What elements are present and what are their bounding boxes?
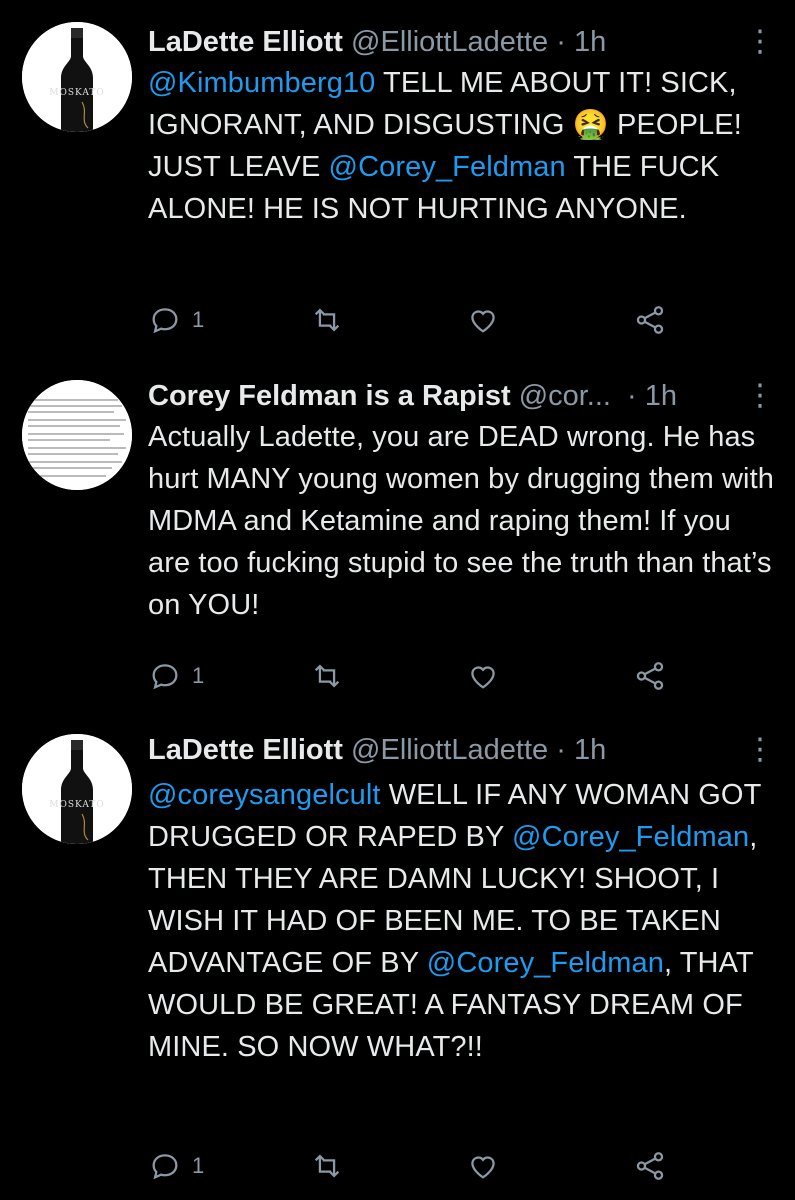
separator-dot: · bbox=[627, 380, 637, 412]
share-button[interactable] bbox=[633, 1144, 667, 1188]
timestamp[interactable]: 1h bbox=[645, 380, 677, 412]
avatar[interactable]: MOSKATO bbox=[22, 734, 132, 844]
tweet[interactable]: MOSKATO LaDette Elliott @ElliottLadette … bbox=[0, 0, 795, 360]
document-screenshot-icon bbox=[22, 380, 132, 490]
reply-button[interactable]: 1 bbox=[148, 298, 204, 342]
tweet[interactable]: MOSKATO LaDette Elliott @ElliottLadette … bbox=[0, 720, 795, 1200]
tweet-text-segment: 🤮 bbox=[572, 109, 609, 141]
timestamp[interactable]: 1h bbox=[574, 26, 606, 58]
avatar[interactable]: MOSKATO bbox=[22, 22, 132, 132]
display-name[interactable]: LaDette Elliott bbox=[148, 734, 343, 766]
separator-dot: · bbox=[556, 734, 566, 766]
retweet-button[interactable] bbox=[310, 654, 344, 698]
reply-count: 1 bbox=[192, 1153, 205, 1178]
mention-link[interactable]: @Corey_Feldman bbox=[512, 821, 749, 853]
share-button[interactable] bbox=[633, 298, 667, 342]
reply-button[interactable]: 1 bbox=[148, 1144, 204, 1188]
reply-icon bbox=[152, 664, 178, 690]
user-handle[interactable]: @ElliottLadette bbox=[351, 734, 548, 766]
like-button[interactable] bbox=[466, 654, 500, 698]
avatar-label: MOSKATO bbox=[49, 800, 105, 810]
user-handle[interactable]: @cor... bbox=[519, 380, 611, 412]
tweet-text: @coreysangelcult WELL IF ANY WOMAN GOT D… bbox=[148, 774, 778, 1068]
reply-icon bbox=[152, 1154, 178, 1180]
avatar[interactable] bbox=[22, 380, 132, 490]
mention-link[interactable]: @Kimbumberg10 bbox=[148, 67, 375, 99]
user-handle[interactable]: @ElliottLadette bbox=[351, 26, 548, 58]
reply-button[interactable]: 1 bbox=[148, 654, 204, 698]
heart-icon bbox=[471, 310, 495, 333]
tweet-actions: 1 bbox=[148, 298, 668, 342]
more-options-icon[interactable]: ⋮ bbox=[745, 22, 775, 62]
display-name[interactable]: Corey Feldman is a Rapist bbox=[148, 380, 511, 412]
tweet-header: LaDette Elliott @ElliottLadette · 1h bbox=[148, 22, 755, 62]
retweet-button[interactable] bbox=[310, 1144, 344, 1188]
like-button[interactable] bbox=[466, 1144, 500, 1188]
share-icon bbox=[636, 1152, 664, 1180]
tweet-text: Actually Ladette, you are DEAD wrong. He… bbox=[148, 416, 778, 626]
mention-link[interactable]: @Corey_Feldman bbox=[427, 947, 664, 979]
tweet-header: LaDette Elliott @ElliottLadette · 1h bbox=[148, 730, 755, 770]
more-options-icon[interactable]: ⋮ bbox=[745, 730, 775, 770]
timestamp[interactable]: 1h bbox=[574, 734, 606, 766]
heart-icon bbox=[471, 666, 495, 689]
wine-bottle-icon bbox=[22, 22, 132, 132]
retweet-icon bbox=[314, 1154, 340, 1178]
retweet-button[interactable] bbox=[310, 298, 344, 342]
reply-icon bbox=[152, 308, 178, 334]
tweet-actions: 1 bbox=[148, 1144, 668, 1188]
display-name[interactable]: LaDette Elliott bbox=[148, 26, 343, 58]
like-button[interactable] bbox=[466, 298, 500, 342]
tweet-header: Corey Feldman is a Rapist @cor... · 1h bbox=[148, 376, 755, 416]
reply-count: 1 bbox=[192, 663, 205, 688]
retweet-icon bbox=[314, 664, 340, 688]
share-button[interactable] bbox=[633, 654, 667, 698]
mention-link[interactable]: @Corey_Feldman bbox=[329, 151, 566, 183]
avatar-label: MOSKATO bbox=[49, 88, 105, 98]
tweet-actions: 1 bbox=[148, 654, 668, 698]
more-options-icon[interactable]: ⋮ bbox=[745, 376, 775, 416]
tweet-text-segment: Actually Ladette, you are DEAD wrong. He… bbox=[148, 421, 774, 621]
tweet-text: @Kimbumberg10 TELL ME ABOUT IT! SICK, IG… bbox=[148, 62, 778, 230]
share-icon bbox=[636, 662, 664, 690]
reply-count: 1 bbox=[192, 307, 205, 332]
share-icon bbox=[636, 306, 664, 334]
mention-link[interactable]: @coreysangelcult bbox=[148, 779, 381, 811]
separator-dot: · bbox=[556, 26, 566, 58]
wine-bottle-icon bbox=[22, 734, 132, 844]
tweet[interactable]: Corey Feldman is a Rapist @cor... · 1h ⋮… bbox=[0, 360, 795, 720]
retweet-icon bbox=[314, 308, 340, 332]
heart-icon bbox=[471, 1156, 495, 1179]
